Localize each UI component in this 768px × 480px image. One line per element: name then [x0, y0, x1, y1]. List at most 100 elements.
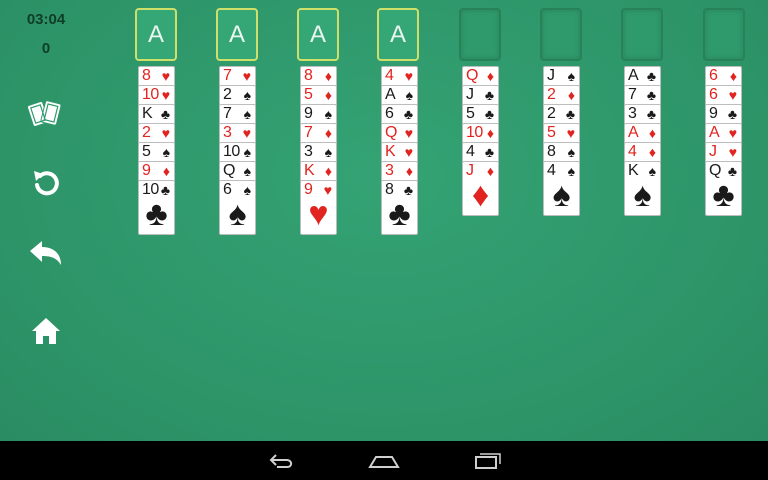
card-suit-icon: ♦	[324, 125, 332, 141]
playing-card[interactable]: 9 ♠	[300, 104, 337, 125]
playing-card[interactable]: J ♣	[462, 85, 499, 106]
undo-button[interactable]	[24, 234, 68, 274]
playing-card[interactable]: 2 ♦	[543, 85, 580, 106]
playing-card[interactable]: 10 ♦	[462, 123, 499, 144]
card-rank: K	[142, 105, 153, 122]
card-rank: A	[628, 124, 639, 141]
card-rank: 2	[223, 86, 232, 103]
foundation-slot[interactable]: A	[135, 8, 177, 61]
playing-card[interactable]: 9 ♦	[138, 161, 175, 182]
card-rank: Q	[223, 162, 235, 179]
playing-card[interactable]: 3 ♣	[624, 104, 661, 125]
playing-card[interactable]: 8 ♥	[138, 66, 175, 87]
card-rank: 2	[142, 124, 151, 141]
playing-card[interactable]: A ♠	[381, 85, 418, 106]
card-rank: 9	[709, 105, 718, 122]
card-rank: Q	[385, 124, 397, 141]
free-cell[interactable]	[540, 8, 582, 61]
playing-card[interactable]: 6 ♥	[705, 85, 742, 106]
playing-card[interactable]: J ♥	[705, 142, 742, 163]
playing-card[interactable]: 10 ♥	[138, 85, 175, 106]
playing-card[interactable]: 10 ♣ ♣	[138, 180, 175, 235]
playing-card[interactable]: 4 ♦	[624, 142, 661, 163]
playing-card[interactable]: 4 ♠ ♠	[543, 161, 580, 216]
recents-nav-button[interactable]	[466, 449, 506, 473]
foundation-slot[interactable]: A	[377, 8, 419, 61]
foundation-label: A	[228, 20, 245, 48]
playing-card[interactable]: K ♣	[138, 104, 175, 125]
card-rank: 5	[304, 86, 313, 103]
card-rank: 8	[547, 143, 556, 160]
foundation-slot[interactable]: A	[297, 8, 339, 61]
playing-card[interactable]: 9 ♥ ♥	[300, 180, 337, 235]
playing-card[interactable]: 4 ♣	[462, 142, 499, 163]
playing-card[interactable]: 2 ♠	[219, 85, 256, 106]
card-suit-icon: ♥	[161, 87, 170, 103]
free-cell[interactable]	[621, 8, 663, 61]
playing-card[interactable]: Q ♥	[381, 123, 418, 144]
playing-card[interactable]: Q ♦	[462, 66, 499, 87]
card-suit-icon: ♥	[728, 144, 737, 160]
card-center-suit-icon: ♥	[308, 195, 329, 233]
playing-card[interactable]: 6 ♦	[705, 66, 742, 87]
playing-card[interactable]: 2 ♥	[138, 123, 175, 144]
playing-card[interactable]: 5 ♦	[300, 85, 337, 106]
card-rank: A	[628, 67, 639, 84]
playing-card[interactable]: 5 ♠	[138, 142, 175, 163]
playing-card[interactable]: 7 ♠	[219, 104, 256, 125]
playing-card[interactable]: A ♥	[705, 123, 742, 144]
playing-card[interactable]: A ♣	[624, 66, 661, 87]
playing-card[interactable]: 9 ♣	[705, 104, 742, 125]
playing-card[interactable]: A ♦	[624, 123, 661, 144]
card-suit-icon: ♥	[404, 125, 413, 141]
card-rank: 3	[304, 143, 313, 160]
card-rank: 4	[628, 143, 637, 160]
playing-card[interactable]: Q ♣ ♣	[705, 161, 742, 216]
card-rank: J	[466, 86, 474, 103]
card-center-suit-icon: ♣	[388, 195, 411, 233]
playing-card[interactable]: 2 ♣	[543, 104, 580, 125]
playing-card[interactable]: 8 ♣ ♣	[381, 180, 418, 235]
playing-card[interactable]: 5 ♥	[543, 123, 580, 144]
free-cell[interactable]	[703, 8, 745, 61]
playing-card[interactable]: K ♦	[300, 161, 337, 182]
card-center-suit-icon: ♠	[633, 176, 652, 214]
playing-card[interactable]: 7 ♣	[624, 85, 661, 106]
home-button[interactable]	[24, 311, 68, 351]
card-suit-icon: ♣	[646, 106, 656, 122]
card-rank: 7	[628, 86, 637, 103]
playing-card[interactable]: 6 ♣	[381, 104, 418, 125]
card-suit-icon: ♠	[405, 87, 413, 103]
playing-card[interactable]: 7 ♦	[300, 123, 337, 144]
playing-card[interactable]: 8 ♦	[300, 66, 337, 87]
card-suit-icon: ♥	[161, 68, 170, 84]
timer-display: 03:04	[26, 11, 66, 28]
playing-card[interactable]: Q ♠	[219, 161, 256, 182]
free-cell[interactable]	[459, 8, 501, 61]
new-deal-button[interactable]	[24, 93, 68, 133]
playing-card[interactable]: 5 ♣	[462, 104, 499, 125]
playing-card[interactable]: 7 ♥	[219, 66, 256, 87]
card-suit-icon: ♦	[324, 68, 332, 84]
playing-card[interactable]: 3 ♥	[219, 123, 256, 144]
restart-button[interactable]	[24, 163, 68, 203]
card-rank: 8	[142, 67, 151, 84]
foundation-label: A	[309, 20, 326, 48]
playing-card[interactable]: K ♥	[381, 142, 418, 163]
playing-card[interactable]: 4 ♥	[381, 66, 418, 87]
card-rank: 5	[547, 124, 556, 141]
playing-card[interactable]: K ♠ ♠	[624, 161, 661, 216]
card-suit-icon: ♦	[486, 125, 494, 141]
playing-card[interactable]: 8 ♠	[543, 142, 580, 163]
foundation-slot[interactable]: A	[216, 8, 258, 61]
playing-card[interactable]: 10 ♠	[219, 142, 256, 163]
back-nav-button[interactable]	[262, 449, 302, 473]
card-center-suit-icon: ♦	[471, 176, 490, 214]
playing-card[interactable]: J ♦ ♦	[462, 161, 499, 216]
playing-card[interactable]: 3 ♦	[381, 161, 418, 182]
playing-card[interactable]: 6 ♠ ♠	[219, 180, 256, 235]
playing-card[interactable]: J ♠	[543, 66, 580, 87]
playing-card[interactable]: 3 ♠	[300, 142, 337, 163]
home-nav-button[interactable]	[364, 449, 404, 473]
card-suit-icon: ♥	[161, 125, 170, 141]
